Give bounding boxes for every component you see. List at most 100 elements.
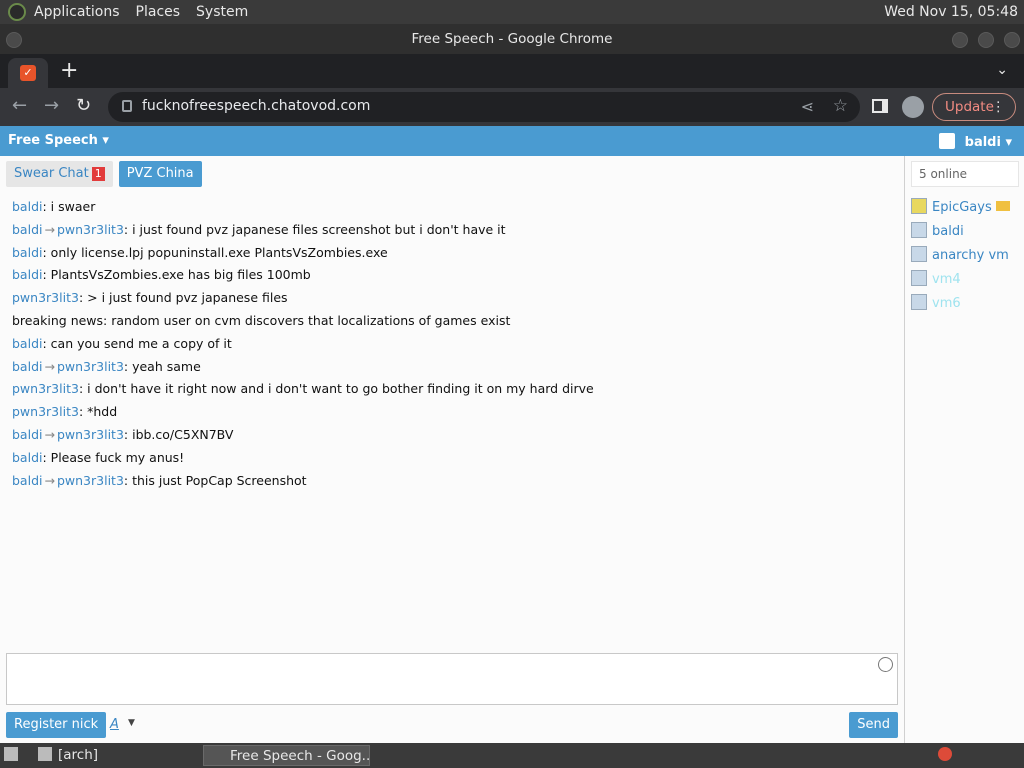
message-row: pwn3r3lit3: i don't have it right now an… bbox=[12, 378, 892, 401]
reload-icon[interactable]: ↻ bbox=[76, 96, 91, 116]
room-tab-pvz-china[interactable]: PVZ China bbox=[118, 161, 202, 187]
user-list-item[interactable]: anarchy vm bbox=[911, 246, 1009, 266]
message-author[interactable]: baldi bbox=[12, 427, 42, 442]
taskbar-item-arch[interactable]: [arch] bbox=[38, 745, 98, 766]
bookmark-star-icon[interactable]: ☆ bbox=[833, 96, 848, 116]
user-list: 5 online EpicGays baldi anarchy vm vm4 vm6 bbox=[904, 156, 1024, 743]
message-row: pwn3r3lit3: *hdd bbox=[12, 401, 892, 424]
minimize-icon[interactable] bbox=[952, 32, 968, 48]
message-author[interactable]: baldi bbox=[12, 450, 42, 465]
message-input[interactable] bbox=[6, 653, 898, 705]
back-icon[interactable]: ← bbox=[12, 96, 27, 116]
show-desktop-icon[interactable] bbox=[4, 745, 24, 766]
message-recipient[interactable]: pwn3r3lit3 bbox=[57, 359, 124, 374]
user-avatar-icon bbox=[911, 246, 927, 262]
profile-avatar-icon[interactable] bbox=[902, 96, 924, 118]
message-text: : *hdd bbox=[78, 404, 118, 420]
message-row: baldi → pwn3r3lit3: this just PopCap Scree… bbox=[12, 470, 892, 493]
message-row: baldi: can you send me a copy of it bbox=[12, 333, 892, 356]
message-author[interactable]: pwn3r3lit3 bbox=[12, 404, 79, 419]
message-author[interactable]: baldi bbox=[12, 222, 42, 237]
message-row: breaking news: random user on cvm discov… bbox=[12, 310, 892, 333]
tab-search-chevron-icon[interactable]: ⌄ bbox=[996, 62, 1008, 78]
message-recipient[interactable]: pwn3r3lit3 bbox=[57, 222, 124, 237]
chat-page: Swear Chat 1 PVZ China baldi: i swaer bald… bbox=[0, 156, 1024, 743]
message-author[interactable]: baldi bbox=[12, 199, 42, 214]
user-name: baldi bbox=[932, 224, 964, 239]
kebab-menu-icon[interactable]: ⋮ bbox=[992, 94, 1006, 120]
message-text: : this just PopCap Screenshot bbox=[123, 472, 307, 488]
emoji-icon[interactable] bbox=[878, 657, 893, 672]
address-bar[interactable]: fucknofreespeech.chatovod.com ⋖ ☆ bbox=[108, 92, 860, 122]
unread-badge: 1 bbox=[91, 167, 105, 181]
message-recipient[interactable]: pwn3r3lit3 bbox=[57, 473, 124, 488]
message-list: baldi: i swaer baldi → pwn3r3lit3: i just f… bbox=[12, 196, 892, 492]
online-count: 5 online bbox=[911, 161, 1019, 187]
send-button[interactable]: Send bbox=[849, 712, 898, 738]
taskbar: [arch] Free Speech - Goog... bbox=[0, 743, 1024, 768]
message-row: baldi → pwn3r3lit3: i just found pvz japan… bbox=[12, 219, 892, 242]
browser-toolbar: ← → ↻ fucknofreespeech.chatovod.com ⋖ ☆ … bbox=[0, 88, 1024, 126]
applications-menu[interactable]: Applications bbox=[34, 4, 120, 20]
chrome-icon bbox=[938, 747, 952, 761]
forward-icon[interactable]: → bbox=[44, 96, 59, 116]
room-tab-label: Swear Chat bbox=[14, 166, 89, 181]
taskbar-item-chrome[interactable]: Free Speech - Goog... bbox=[203, 745, 370, 766]
side-panel-icon[interactable] bbox=[872, 99, 888, 113]
taskbar-item-label: Free Speech - Goog... bbox=[230, 748, 370, 764]
message-recipient[interactable]: pwn3r3lit3 bbox=[57, 427, 124, 442]
maximize-icon[interactable] bbox=[978, 32, 994, 48]
lock-icon[interactable] bbox=[122, 100, 132, 112]
places-menu[interactable]: Places bbox=[136, 4, 181, 20]
message-row: pwn3r3lit3: > i just found pvz japanese … bbox=[12, 287, 892, 310]
url-text[interactable]: fucknofreespeech.chatovod.com bbox=[142, 98, 370, 114]
window-menu-icon[interactable] bbox=[6, 32, 22, 48]
close-icon[interactable] bbox=[1004, 32, 1020, 48]
distro-logo-icon[interactable] bbox=[8, 3, 26, 21]
message-row: baldi: Please fuck my anus! bbox=[12, 447, 892, 470]
message-author[interactable]: baldi bbox=[12, 267, 42, 282]
tray-chrome-icon[interactable] bbox=[938, 745, 958, 766]
system-menu[interactable]: System bbox=[196, 4, 248, 20]
composer-bar: Register nick A ▼ Send bbox=[6, 712, 898, 738]
reply-arrow-icon: → bbox=[44, 472, 55, 488]
update-label: Update bbox=[945, 99, 994, 115]
new-tab-icon[interactable]: + bbox=[60, 59, 78, 83]
user-name: anarchy vm bbox=[932, 248, 1009, 263]
text-format-button[interactable]: A bbox=[110, 717, 119, 732]
message-text: : i don't have it right now and i don't … bbox=[78, 381, 594, 397]
format-chevron-icon[interactable]: ▼ bbox=[128, 718, 135, 728]
message-author[interactable]: baldi bbox=[12, 245, 42, 260]
room-tab-swear-chat[interactable]: Swear Chat 1 bbox=[6, 161, 113, 187]
clock[interactable]: Wed Nov 15, 05:48 bbox=[884, 4, 1018, 20]
user-list-item[interactable]: EpicGays bbox=[911, 198, 1010, 218]
message-author[interactable]: baldi bbox=[12, 336, 42, 351]
site-brand-menu[interactable]: Free Speech ▾ bbox=[8, 133, 109, 148]
browser-tab[interactable]: ✓ bbox=[8, 58, 48, 88]
user-list-item[interactable]: vm6 bbox=[911, 294, 961, 314]
message-text: : > i just found pvz japanese files bbox=[78, 290, 288, 306]
desktop-icon bbox=[4, 747, 18, 761]
user-avatar-icon bbox=[938, 133, 955, 149]
update-button[interactable]: Update ⋮ bbox=[932, 93, 1016, 121]
site-header: Free Speech ▾ baldi ▾ bbox=[0, 126, 1024, 156]
message-author[interactable]: pwn3r3lit3 bbox=[12, 290, 79, 305]
message-text: : PlantsVsZombies.exe has big files 100m… bbox=[42, 267, 311, 283]
reply-arrow-icon: → bbox=[44, 221, 55, 237]
room-tab-label: PVZ China bbox=[126, 166, 194, 181]
user-name: EpicGays bbox=[932, 200, 992, 215]
message-row: baldi: i swaer bbox=[12, 196, 892, 219]
message-author[interactable]: pwn3r3lit3 bbox=[12, 381, 79, 396]
message-author[interactable]: baldi bbox=[12, 359, 42, 374]
taskbar-item-label: [arch] bbox=[58, 747, 99, 763]
user-menu[interactable]: baldi ▾ bbox=[938, 133, 1012, 150]
message-text: : only license.lpj popuninstall.exe Plan… bbox=[42, 244, 388, 260]
message-author[interactable]: baldi bbox=[12, 473, 42, 488]
message-text: : i just found pvz japanese files screen… bbox=[123, 221, 506, 237]
user-name: vm6 bbox=[932, 296, 961, 311]
user-list-item[interactable]: baldi bbox=[911, 222, 964, 242]
register-nick-button[interactable]: Register nick bbox=[6, 712, 107, 738]
message-text: : can you send me a copy of it bbox=[42, 335, 232, 351]
share-icon[interactable]: ⋖ bbox=[801, 97, 814, 116]
user-list-item[interactable]: vm4 bbox=[911, 270, 961, 290]
